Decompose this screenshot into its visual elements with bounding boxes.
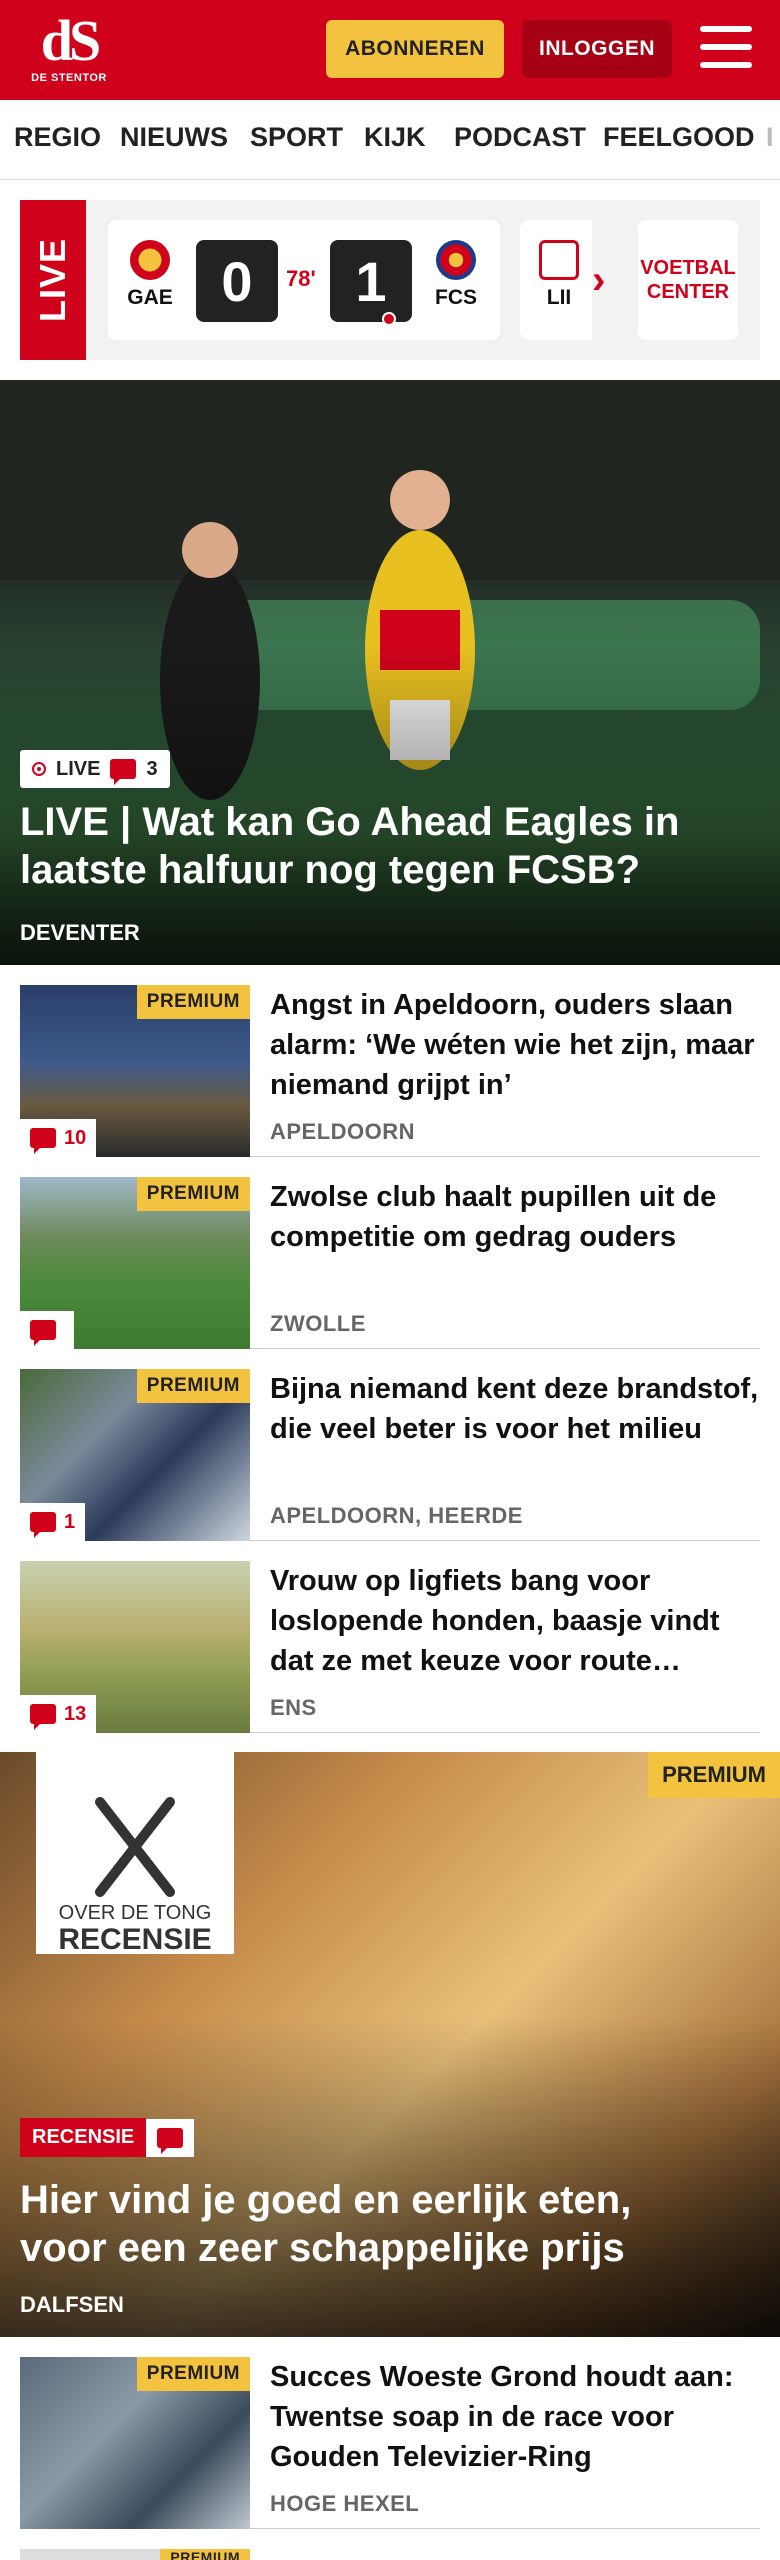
subscribe-button[interactable]: ABONNEREN xyxy=(326,20,504,78)
next-match-card[interactable]: LII xyxy=(520,220,592,340)
voetbal-center-link[interactable]: VOETBAL CENTER xyxy=(638,220,738,340)
premium-badge: PREMIUM xyxy=(136,985,250,1019)
article-title[interactable]: Succes Woeste Grond houdt aan: Twentse s… xyxy=(270,2357,760,2477)
login-button[interactable]: INLOGGEN xyxy=(522,20,672,78)
comment-icon xyxy=(30,1512,56,1538)
article-title[interactable]: Bijna niemand kent deze brandstof, die v… xyxy=(270,1369,760,1449)
nav-item-overflow[interactable]: I xyxy=(766,122,774,153)
hero-title[interactable]: LIVE | Wat kan Go Ahead Eagles in laatst… xyxy=(20,798,720,894)
hero-location: DEVENTER xyxy=(20,920,140,945)
over-de-tong-logo: OVER DE TONG RECENSIE xyxy=(36,1752,234,1956)
article-thumbnail: PREMIUM xyxy=(20,2549,250,2560)
home-score: 0 xyxy=(196,240,278,322)
hero-article[interactable]: LIVE 3 LIVE | Wat kan Go Ahead Eagles in… xyxy=(0,380,780,965)
article-location: APELDOORN xyxy=(270,1119,416,1144)
match-card[interactable]: GAE 0 78' 1 FCS xyxy=(108,220,500,340)
article-thumbnail: PREMIUM 10 xyxy=(20,985,250,1157)
home-team-crest-icon xyxy=(130,240,170,280)
hamburger-menu-icon[interactable] xyxy=(700,26,752,72)
article-title[interactable]: Zwolse club haalt pupillen uit de compet… xyxy=(270,1177,760,1257)
away-team: FCS xyxy=(426,240,486,310)
nav-item-nieuws[interactable]: NIEUWS xyxy=(120,122,228,153)
away-team-abbr: FCS xyxy=(435,286,477,309)
home-team: GAE xyxy=(120,240,180,310)
article-location: ZWOLLE xyxy=(270,1311,366,1336)
live-tab: LIVE xyxy=(20,200,86,360)
comment-counter xyxy=(20,1311,74,1349)
article-location: HOGE HEXEL xyxy=(270,2491,420,2516)
premium-badge: PREMIUM xyxy=(136,2357,250,2391)
next-team-crest-icon xyxy=(539,240,579,280)
away-score: 1 xyxy=(330,240,412,322)
logo-mark: dS xyxy=(40,8,102,73)
feature-title[interactable]: Hier vind je goed en eerlijk eten, voor … xyxy=(20,2176,720,2272)
feature-article[interactable]: OVER DE TONG RECENSIE PREMIUM RECENSIE H… xyxy=(0,1752,780,2337)
nav-item-feelgood[interactable]: FEELGOOD xyxy=(603,122,755,153)
logo-text: DE STENTOR xyxy=(31,72,107,84)
article-card[interactable]: PREMIUM Zwolse club haalt pupillen uit d… xyxy=(20,1177,760,1349)
nav-item-sport[interactable]: SPORT xyxy=(250,122,343,153)
nav-item-regio[interactable]: REGIO xyxy=(14,122,101,153)
comment-icon xyxy=(30,1128,56,1154)
article-card[interactable]: PREMIUM 10 Angst in Apeldoorn, ouders sl… xyxy=(20,985,760,1157)
away-team-crest-icon xyxy=(436,240,476,280)
section-nav: REGIO NIEUWS SPORT KIJK PODCAST FEELGOOD… xyxy=(0,100,780,180)
home-team-abbr: GAE xyxy=(127,286,173,309)
article-card[interactable]: PREMIUM 1 Bijna niemand kent deze brands… xyxy=(20,1369,760,1541)
article-location: ENS xyxy=(270,1695,317,1720)
article-card-partial[interactable]: PREMIUM xyxy=(20,2549,760,2560)
article-thumbnail: 13 xyxy=(20,1561,250,1733)
next-team: LII xyxy=(534,240,584,310)
article-location: APELDOORN, HEERDE xyxy=(270,1503,523,1528)
live-badge: LIVE 3 xyxy=(20,750,170,788)
site-logo[interactable]: dS DE STENTOR xyxy=(28,12,110,88)
comment-counter: 1 xyxy=(20,1503,86,1541)
comment-icon xyxy=(30,1320,56,1346)
article-title[interactable]: Angst in Apeldoorn, ouders slaan alarm: … xyxy=(270,985,760,1105)
premium-badge: PREMIUM xyxy=(160,2549,250,2560)
comment-icon xyxy=(30,1704,56,1730)
article-title[interactable]: Vrouw op ligfiets bang voor loslopende h… xyxy=(270,1561,760,1681)
premium-badge: PREMIUM xyxy=(136,1177,250,1211)
live-scoreboard: LIVE GAE 0 78' 1 FCS LII › VOETBAL CENTE… xyxy=(20,200,760,360)
match-minute: 78' xyxy=(286,266,316,291)
site-header: dS DE STENTOR ABONNEREN INLOGGEN xyxy=(0,0,780,100)
next-team-abbr: LII xyxy=(546,286,572,309)
article-thumbnail: PREMIUM xyxy=(20,1177,250,1349)
comment-count: 3 xyxy=(146,757,158,780)
premium-badge: PREMIUM xyxy=(136,1369,250,1403)
nav-item-podcast[interactable]: PODCAST xyxy=(454,122,586,153)
feature-location: DALFSEN xyxy=(20,2292,124,2317)
article-card[interactable]: 13 Vrouw op ligfiets bang voor loslopend… xyxy=(20,1561,760,1733)
fork-knife-icon xyxy=(95,1797,175,1897)
comment-icon xyxy=(157,2127,184,2154)
comment-counter: 13 xyxy=(20,1695,97,1733)
premium-badge: PREMIUM xyxy=(648,1752,780,1798)
goal-indicator-icon xyxy=(382,312,396,326)
article-thumbnail: PREMIUM 1 xyxy=(20,1369,250,1541)
comment-counter: 10 xyxy=(20,1119,97,1157)
article-card[interactable]: PREMIUM Succes Woeste Grond houdt aan: T… xyxy=(20,2357,760,2529)
chevron-right-icon[interactable]: › xyxy=(592,260,605,300)
comment-icon xyxy=(110,759,137,785)
live-dot-icon xyxy=(32,762,46,776)
nav-item-kijk[interactable]: KIJK xyxy=(364,122,426,153)
recensie-badge: RECENSIE xyxy=(20,2118,195,2157)
article-thumbnail: PREMIUM xyxy=(20,2357,250,2529)
